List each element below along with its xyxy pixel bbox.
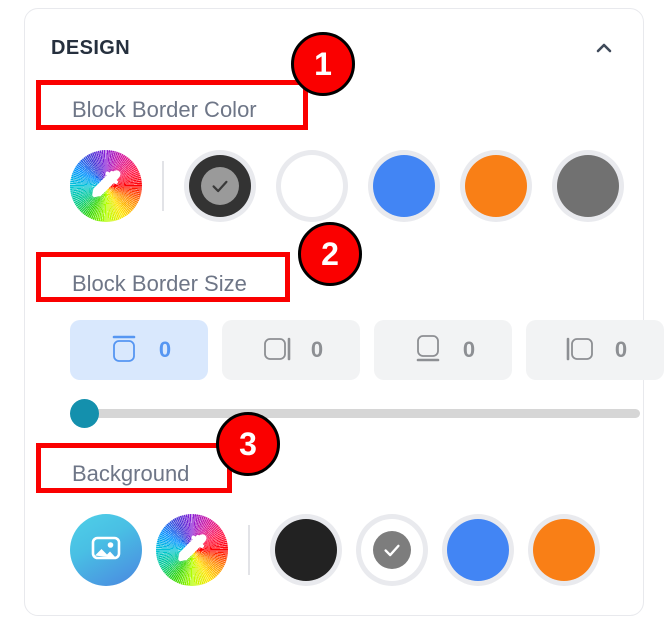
panel-header: DESIGN	[25, 31, 643, 65]
block-border-color-swatches	[70, 150, 624, 222]
background-label: Background	[72, 461, 190, 486]
color-wheel-eyedropper-icon	[84, 162, 128, 211]
selected-check-icon	[373, 531, 411, 569]
selected-check-icon	[201, 167, 239, 205]
design-panel-screenshot: DESIGN Block Border Color Block Border S…	[0, 0, 672, 630]
swatch-gray[interactable]	[552, 150, 624, 222]
border-top-button[interactable]: 0	[70, 320, 208, 380]
border-right-icon	[259, 331, 293, 370]
page-title: DESIGN	[51, 36, 131, 59]
border-size-slider[interactable]	[70, 399, 640, 428]
slider-thumb[interactable]	[70, 399, 99, 428]
swatch-white[interactable]	[276, 150, 348, 222]
border-bottom-button[interactable]: 0	[374, 320, 512, 380]
border-right-button[interactable]: 0	[222, 320, 360, 380]
block-border-size-label: Block Border Size	[72, 271, 247, 296]
swatch-dark[interactable]	[184, 150, 256, 222]
border-top-value: 0	[158, 337, 172, 362]
swatch-blue[interactable]	[442, 514, 514, 586]
swatch-blue[interactable]	[368, 150, 440, 222]
swatch-divider	[248, 525, 250, 575]
border-bottom-icon	[411, 331, 445, 370]
swatch-black[interactable]	[270, 514, 342, 586]
swatch-orange[interactable]	[460, 150, 532, 222]
border-left-button[interactable]: 0	[526, 320, 664, 380]
swatch-divider	[162, 161, 164, 211]
background-swatches	[70, 514, 600, 586]
border-right-value: 0	[310, 337, 324, 362]
background-image-picker[interactable]	[70, 514, 142, 586]
border-left-value: 0	[614, 337, 628, 362]
block-border-size-buttons: 0 0 0 0	[70, 320, 664, 380]
image-icon	[86, 528, 126, 573]
color-wheel-eyedropper-icon	[170, 526, 214, 575]
chevron-up-icon	[592, 36, 616, 60]
collapse-toggle-button[interactable]	[589, 33, 619, 63]
swatch-orange[interactable]	[528, 514, 600, 586]
block-border-color-label: Block Border Color	[72, 97, 257, 122]
slider-track[interactable]	[70, 409, 640, 418]
border-top-icon	[107, 331, 141, 370]
border-left-icon	[563, 331, 597, 370]
border-bottom-value: 0	[462, 337, 476, 362]
color-wheel-picker[interactable]	[156, 514, 228, 586]
color-wheel-picker[interactable]	[70, 150, 142, 222]
design-panel-card: DESIGN Block Border Color Block Border S…	[24, 8, 664, 616]
swatch-white[interactable]	[356, 514, 428, 586]
